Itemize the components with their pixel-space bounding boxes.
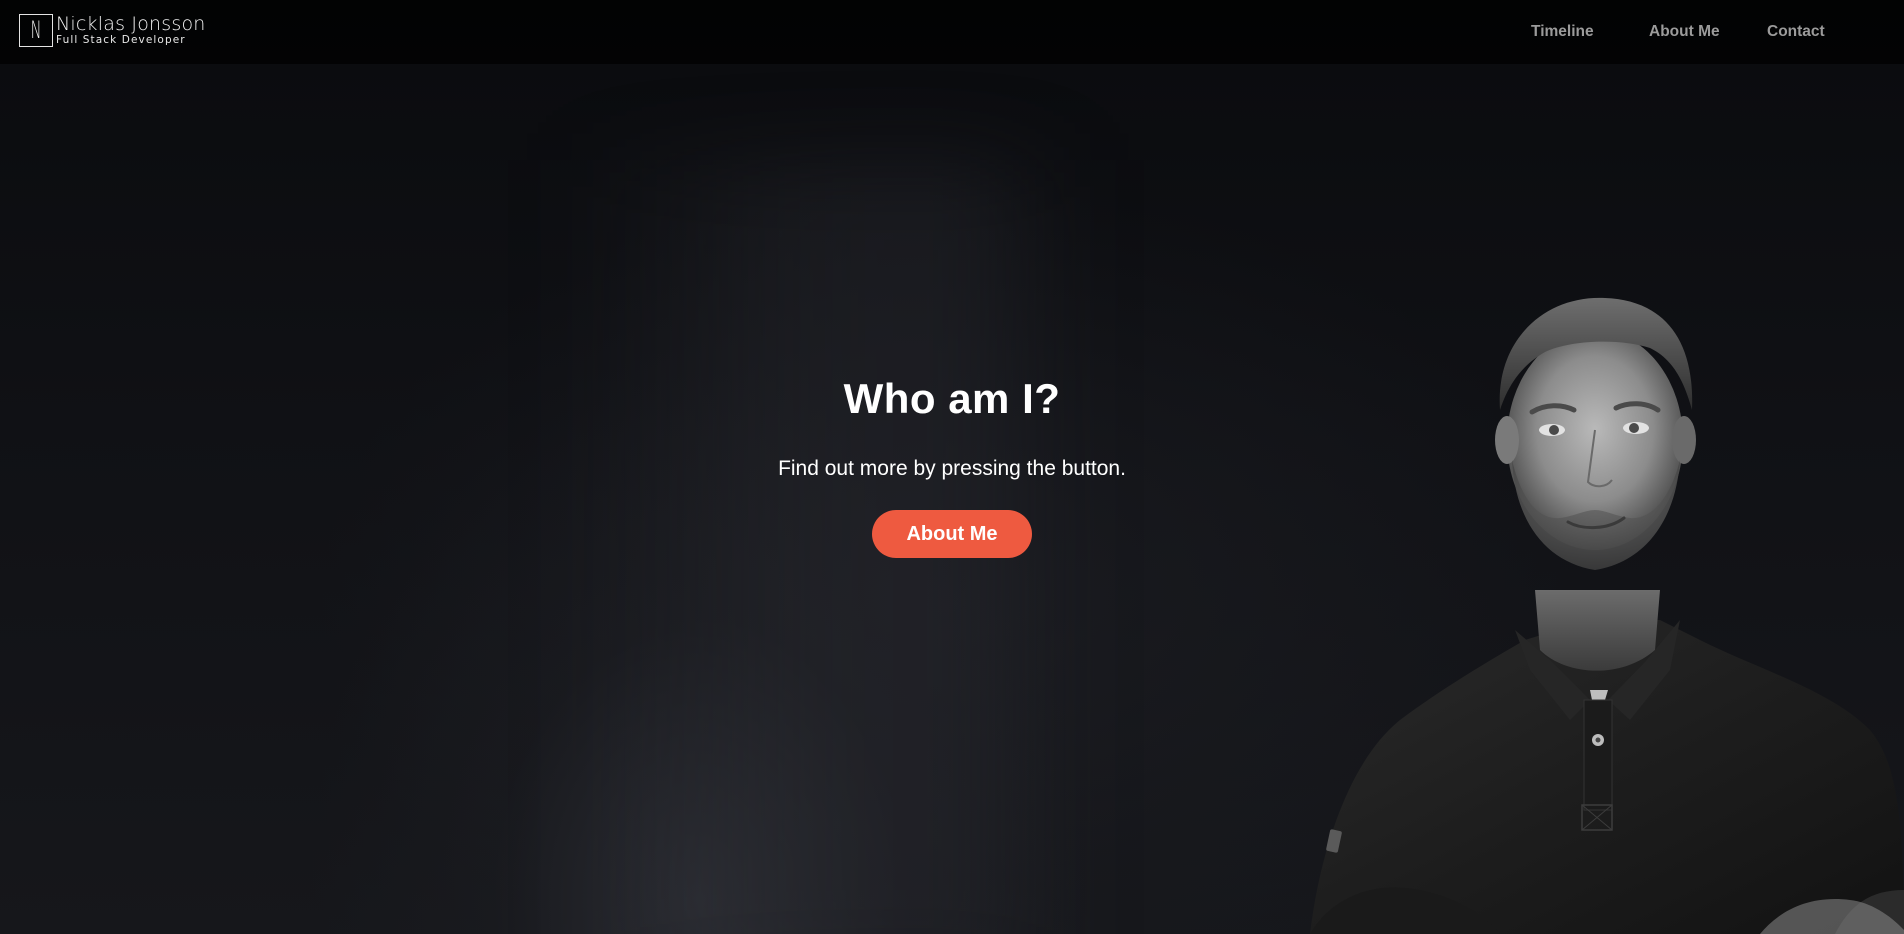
brand-name: Nicklas Jonsson (56, 13, 206, 35)
hero-title: Who am I? (843, 375, 1061, 422)
about-me-button[interactable]: About Me (872, 510, 1032, 558)
nav-link-about-me[interactable]: About Me (1649, 23, 1720, 41)
logo-mark: N (19, 14, 55, 47)
nav-link-timeline[interactable]: Timeline (1531, 23, 1594, 41)
top-navbar: N Nicklas Jonsson Full Stack Developer T… (0, 0, 1904, 64)
page: N Nicklas Jonsson Full Stack Developer T… (0, 0, 1904, 934)
hero-subtitle: Find out more by pressing the button. (778, 457, 1126, 480)
brand-text: Nicklas Jonsson Full Stack Developer (56, 14, 206, 46)
brand-subtitle: Full Stack Developer (56, 34, 186, 46)
nav-link-contact[interactable]: Contact (1767, 23, 1825, 41)
brand-logo-link[interactable]: N Nicklas Jonsson Full Stack Developer (19, 14, 206, 47)
logo-letter: N (30, 16, 42, 44)
